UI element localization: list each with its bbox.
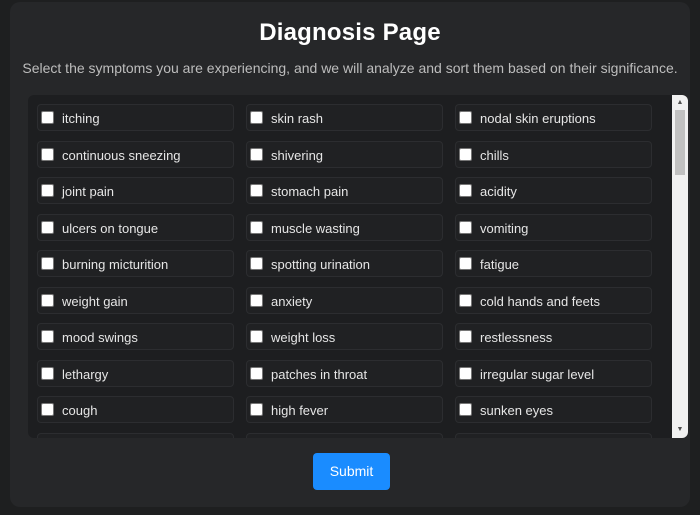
symptom-checkbox[interactable]	[459, 367, 472, 380]
symptom-label[interactable]: chills	[480, 148, 509, 163]
symptom-label[interactable]: cold hands and feets	[480, 294, 600, 309]
page-title: Diagnosis Page	[259, 19, 441, 46]
symptom-label[interactable]: muscle wasting	[271, 221, 360, 236]
symptom-label[interactable]: lethargy	[62, 367, 108, 382]
symptom-item[interactable]: ulcers on tongue	[37, 214, 234, 241]
symptom-checkbox[interactable]	[250, 294, 263, 307]
symptom-label[interactable]: mood swings	[62, 330, 138, 345]
symptom-checkbox[interactable]	[459, 403, 472, 416]
symptom-label[interactable]: high fever	[271, 403, 328, 418]
symptom-item[interactable]: itching	[37, 104, 234, 131]
symptom-item[interactable]: high fever	[246, 396, 443, 423]
symptom-checkbox[interactable]	[250, 257, 263, 270]
symptom-item[interactable]: irregular sugar level	[455, 360, 652, 387]
symptom-item-partial[interactable]	[455, 433, 652, 438]
symptom-checkbox[interactable]	[41, 257, 54, 270]
symptom-checkbox[interactable]	[41, 148, 54, 161]
symptom-checkbox[interactable]	[459, 294, 472, 307]
submit-button[interactable]: Submit	[313, 453, 390, 490]
symptom-item[interactable]: lethargy	[37, 360, 234, 387]
symptom-label[interactable]: continuous sneezing	[62, 148, 181, 163]
symptom-item[interactable]: vomiting	[455, 214, 652, 241]
symptom-checkbox[interactable]	[41, 330, 54, 343]
symptom-checkbox[interactable]	[250, 367, 263, 380]
symptom-item[interactable]: mood swings	[37, 323, 234, 350]
symptom-checkbox[interactable]	[41, 184, 54, 197]
symptom-item[interactable]: weight gain	[37, 287, 234, 314]
symptom-checkbox[interactable]	[41, 221, 54, 234]
symptom-label[interactable]: spotting urination	[271, 257, 370, 272]
symptom-label[interactable]: sunken eyes	[480, 403, 553, 418]
symptom-checkbox[interactable]	[459, 184, 472, 197]
symptom-item[interactable]: spotting urination	[246, 250, 443, 277]
symptom-item[interactable]: stomach pain	[246, 177, 443, 204]
symptom-item[interactable]: burning micturition	[37, 250, 234, 277]
symptom-item[interactable]: fatigue	[455, 250, 652, 277]
symptom-label[interactable]: anxiety	[271, 294, 312, 309]
symptom-item[interactable]: cold hands and feets	[455, 287, 652, 314]
symptom-item-partial[interactable]	[37, 433, 234, 438]
symptom-checkbox[interactable]	[250, 403, 263, 416]
symptom-item[interactable]: continuous sneezing	[37, 141, 234, 168]
symptom-label[interactable]: shivering	[271, 148, 323, 163]
symptom-item[interactable]: patches in throat	[246, 360, 443, 387]
symptom-checkbox[interactable]	[459, 257, 472, 270]
symptom-checkbox[interactable]	[250, 221, 263, 234]
scrollbar-thumb[interactable]	[675, 110, 685, 175]
symptom-checkbox[interactable]	[41, 294, 54, 307]
symptom-label[interactable]: joint pain	[62, 184, 114, 199]
symptom-label[interactable]: weight gain	[62, 294, 128, 309]
symptom-item[interactable]: nodal skin eruptions	[455, 104, 652, 131]
symptom-checkbox[interactable]	[459, 148, 472, 161]
symptom-item[interactable]: shivering	[246, 141, 443, 168]
symptom-label[interactable]: burning micturition	[62, 257, 168, 272]
symptom-checkbox[interactable]	[250, 111, 263, 124]
symptom-checkbox[interactable]	[250, 330, 263, 343]
symptom-item[interactable]: chills	[455, 141, 652, 168]
symptom-item[interactable]: sunken eyes	[455, 396, 652, 423]
scroll-up-arrow-icon[interactable]: ▲	[672, 96, 688, 110]
symptom-checkbox[interactable]	[459, 330, 472, 343]
page-subtitle: Select the symptoms you are experiencing…	[22, 60, 678, 76]
symptom-item[interactable]: acidity	[455, 177, 652, 204]
symptom-checkbox[interactable]	[41, 367, 54, 380]
scrollbar[interactable]: ▲ ▼	[672, 95, 688, 438]
symptom-list-panel[interactable]: itching skin rash nodal skin eruptions cont…	[28, 95, 688, 438]
symptom-label[interactable]: nodal skin eruptions	[480, 111, 596, 126]
symptom-checkbox[interactable]	[459, 111, 472, 124]
symptom-checkbox[interactable]	[250, 184, 263, 197]
symptom-item[interactable]: anxiety	[246, 287, 443, 314]
diagnosis-card: Diagnosis Page Select the symptoms you a…	[10, 2, 690, 507]
symptom-label[interactable]: vomiting	[480, 221, 528, 236]
symptom-label[interactable]: weight loss	[271, 330, 335, 345]
symptom-label[interactable]: skin rash	[271, 111, 323, 126]
symptom-label[interactable]: ulcers on tongue	[62, 221, 158, 236]
symptom-item[interactable]: skin rash	[246, 104, 443, 131]
symptom-label[interactable]: fatigue	[480, 257, 519, 272]
symptom-checkbox[interactable]	[459, 221, 472, 234]
symptom-label[interactable]: itching	[62, 111, 100, 126]
symptom-checkbox[interactable]	[41, 403, 54, 416]
symptom-label[interactable]: irregular sugar level	[480, 367, 594, 382]
symptom-label[interactable]: stomach pain	[271, 184, 348, 199]
scroll-down-arrow-icon[interactable]: ▼	[672, 423, 688, 437]
symptom-label[interactable]: acidity	[480, 184, 517, 199]
symptom-checkbox[interactable]	[250, 148, 263, 161]
symptom-item-partial[interactable]	[246, 433, 443, 438]
symptom-item[interactable]: weight loss	[246, 323, 443, 350]
symptom-label[interactable]: cough	[62, 403, 97, 418]
symptom-item[interactable]: restlessness	[455, 323, 652, 350]
symptom-item[interactable]: cough	[37, 396, 234, 423]
symptom-item[interactable]: joint pain	[37, 177, 234, 204]
symptom-checkbox[interactable]	[41, 111, 54, 124]
symptom-label[interactable]: restlessness	[480, 330, 552, 345]
symptom-label[interactable]: patches in throat	[271, 367, 367, 382]
symptom-item[interactable]: muscle wasting	[246, 214, 443, 241]
